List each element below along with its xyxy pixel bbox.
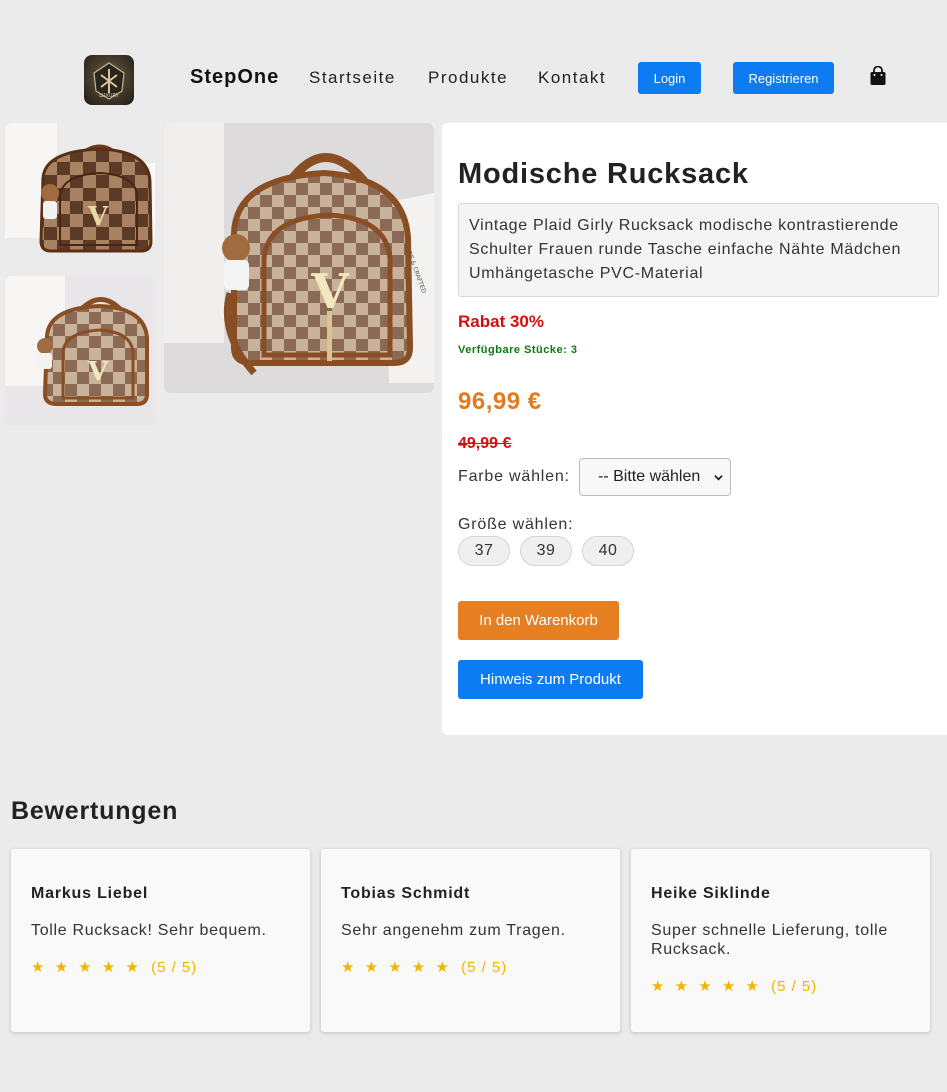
nav-kontakt[interactable]: Kontakt bbox=[538, 68, 606, 88]
review-score: (5 / 5) bbox=[771, 978, 818, 995]
review-score: (5 / 5) bbox=[461, 959, 508, 976]
size-option-40[interactable]: 40 bbox=[582, 536, 634, 566]
review-author: Heike Siklinde bbox=[651, 885, 771, 902]
product-description: Vintage Plaid Girly Rucksack modische ko… bbox=[458, 203, 939, 297]
review-rating: ★ ★ ★ ★ ★ (5 / 5) bbox=[341, 958, 507, 976]
product-title: Modische Rucksack bbox=[458, 158, 749, 190]
review-rating: ★ ★ ★ ★ ★ (5 / 5) bbox=[31, 958, 197, 976]
review-rating: ★ ★ ★ ★ ★ (5 / 5) bbox=[651, 977, 817, 995]
product-main-image[interactable]: MADE & CRAFTED V bbox=[164, 123, 434, 393]
product-thumbnail-1[interactable]: V bbox=[5, 123, 155, 271]
review-author: Markus Liebel bbox=[31, 885, 149, 902]
svg-text:V: V bbox=[87, 202, 109, 232]
discount-label: Rabat 30% bbox=[458, 312, 544, 331]
product-price: 96,99 € bbox=[458, 388, 542, 415]
nav-produkte[interactable]: Produkte bbox=[428, 68, 508, 88]
size-label: Größe wählen: bbox=[458, 516, 574, 533]
product-hint-button[interactable]: Hinweis zum Produkt bbox=[458, 660, 643, 699]
review-text: Tolle Rucksack! Sehr bequem. bbox=[31, 922, 267, 939]
review-card: Markus Liebel Tolle Rucksack! Sehr beque… bbox=[11, 849, 310, 1032]
size-option-37[interactable]: 37 bbox=[458, 536, 510, 566]
logo-text: LUXURY bbox=[99, 93, 119, 99]
review-text: Super schnelle Lieferung, tolle Rucksack… bbox=[651, 922, 888, 958]
review-text: Sehr angenehm zum Tragen. bbox=[341, 922, 566, 939]
stock-label: Verfügbare Stücke: 3 bbox=[458, 344, 578, 356]
old-price: 49,99 € bbox=[458, 435, 512, 452]
review-score: (5 / 5) bbox=[151, 959, 198, 976]
login-button[interactable]: Login bbox=[638, 62, 701, 94]
shopping-bag-icon[interactable] bbox=[869, 66, 887, 86]
star-icons: ★ ★ ★ ★ ★ bbox=[651, 978, 762, 995]
product-thumbnail-2[interactable]: V bbox=[5, 276, 155, 426]
review-card: Heike Siklinde Super schnelle Lieferung,… bbox=[631, 849, 930, 1032]
nav-startseite[interactable]: Startseite bbox=[309, 68, 396, 88]
chevron-down-icon bbox=[714, 475, 723, 481]
size-option-39[interactable]: 39 bbox=[520, 536, 572, 566]
logo[interactable]: LUXURY bbox=[84, 55, 134, 105]
register-button[interactable]: Registrieren bbox=[733, 62, 834, 94]
svg-text:V: V bbox=[87, 357, 109, 387]
add-to-cart-button[interactable]: In den Warenkorb bbox=[458, 601, 619, 640]
review-card: Tobias Schmidt Sehr angenehm zum Tragen.… bbox=[321, 849, 620, 1032]
review-author: Tobias Schmidt bbox=[341, 885, 471, 902]
star-icons: ★ ★ ★ ★ ★ bbox=[341, 959, 452, 976]
color-select[interactable]: -- Bitte wählen bbox=[579, 458, 731, 496]
brand-name[interactable]: StepOne bbox=[190, 66, 279, 89]
color-select-value: -- Bitte wählen bbox=[598, 468, 701, 485]
reviews-title: Bewertungen bbox=[11, 797, 179, 825]
color-label: Farbe wählen: bbox=[458, 468, 570, 485]
star-icons: ★ ★ ★ ★ ★ bbox=[31, 959, 142, 976]
product-details-panel: Modische Rucksack Vintage Plaid Girly Ru… bbox=[442, 123, 947, 735]
